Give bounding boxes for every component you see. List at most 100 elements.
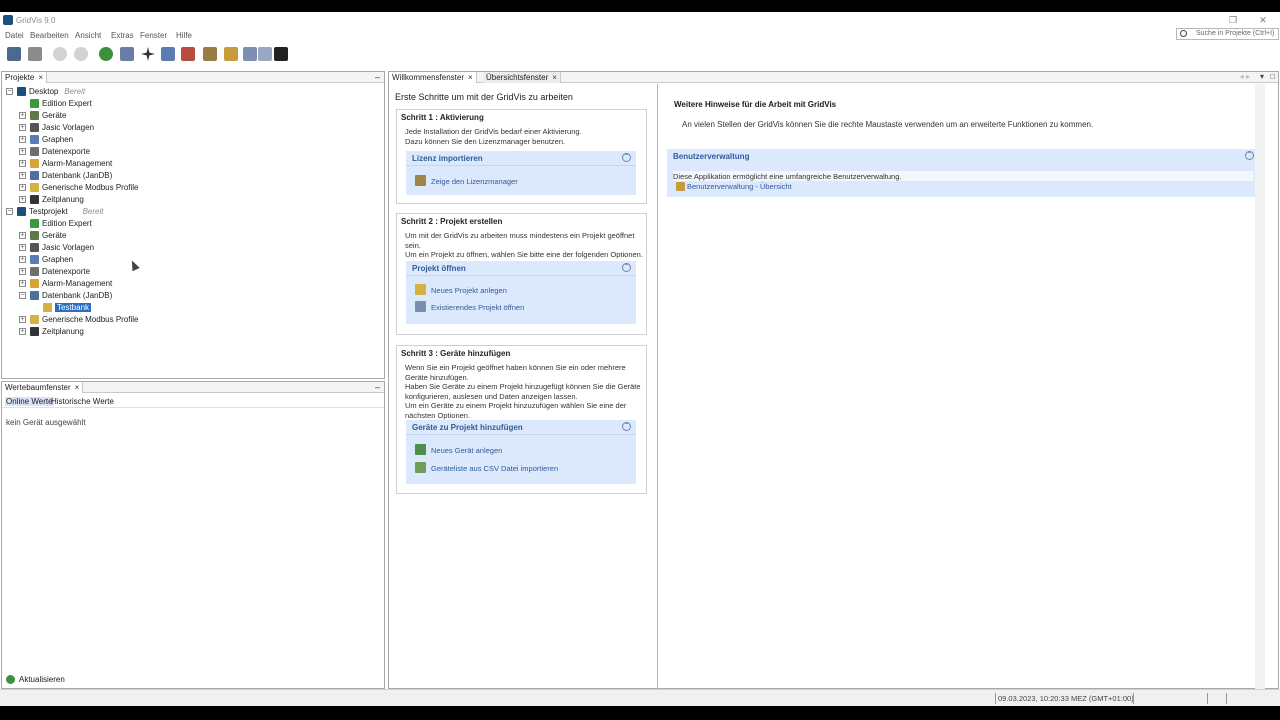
tab-willkommen[interactable]: Willkommensfenster × <box>389 72 477 83</box>
search-input[interactable]: Suche in Projekte (Ctrl+I) <box>1176 28 1279 40</box>
vertical-scrollbar[interactable] <box>1255 84 1265 689</box>
tab-projekte[interactable]: Projekte × <box>2 72 48 83</box>
tree-item-label: Geräte <box>42 111 67 120</box>
collapse-icon[interactable]: ⌃ <box>622 153 631 162</box>
project-icon <box>17 87 26 96</box>
network-icon[interactable] <box>141 47 155 61</box>
minimize-icon[interactable]: – <box>375 72 380 82</box>
tree-item-label: Graphen <box>42 135 74 144</box>
redo-icon[interactable] <box>74 47 88 61</box>
restore-icon[interactable]: ❐ <box>1226 14 1240 26</box>
expand-icon[interactable]: + <box>19 112 26 119</box>
device-icon[interactable] <box>120 47 134 61</box>
step3-title: Schritt 3 : Geräte hinzufügen <box>401 349 511 358</box>
collapse-icon[interactable]: ⌃ <box>622 422 631 431</box>
close-tab-icon[interactable]: × <box>552 73 557 82</box>
divider <box>406 434 636 435</box>
add-device-box: Geräte zu Projekt hinzufügen ⌃ Neues Ger… <box>406 420 636 484</box>
alarm-icon <box>30 279 39 288</box>
expand-icon[interactable]: + <box>19 316 26 323</box>
scroll-tabs-icon[interactable]: ◂ ▸ <box>1240 72 1250 81</box>
tree-item-label: Edition Expert <box>42 219 92 228</box>
expand-icon[interactable]: + <box>19 160 26 167</box>
menu-ansicht[interactable]: Ansicht <box>75 31 101 40</box>
close-tab-icon[interactable]: × <box>38 73 43 82</box>
show-license-manager-link[interactable]: Zeige den Lizenzmanager <box>431 177 518 186</box>
tab-wertebaum-label: Wertebaumfenster <box>5 383 71 392</box>
user-icon[interactable] <box>224 47 238 61</box>
subtab-historische-werte[interactable]: Historische Werte <box>51 397 114 406</box>
tree-item-label: Jasic Vorlagen <box>42 243 95 252</box>
menu-extras[interactable]: Extras <box>111 31 134 40</box>
step1-text: Jede Installation der GridVis bedarf ein… <box>405 127 582 146</box>
open-project-icon[interactable] <box>7 47 21 61</box>
expand-icon[interactable]: + <box>19 124 26 131</box>
maximize-icon[interactable]: □ <box>1270 72 1275 81</box>
tree-item-status: Bereit <box>82 207 104 216</box>
expand-icon[interactable]: + <box>19 280 26 287</box>
edition-icon <box>30 219 39 228</box>
step3-text-line: nächsten Optionen. <box>405 410 471 420</box>
projects-panel: Projekte × – − Desktop Bereit Edition Expert… <box>1 71 385 379</box>
minimize-icon[interactable]: – <box>375 382 380 392</box>
refresh-icon[interactable] <box>99 47 113 61</box>
collapse-icon[interactable]: − <box>6 88 13 95</box>
device-icon <box>30 111 39 120</box>
menu-datei[interactable]: Datei <box>5 31 24 40</box>
collapse-icon[interactable]: − <box>6 208 13 215</box>
expand-icon[interactable]: + <box>19 196 26 203</box>
schedule-icon <box>30 327 39 336</box>
expand-icon[interactable]: + <box>19 244 26 251</box>
step3-section: Schritt 3 : Geräte hinzufügen Wenn Sie e… <box>396 345 647 494</box>
close-window-icon[interactable]: ✕ <box>1256 14 1270 26</box>
search-icon <box>1180 30 1187 37</box>
expand-icon[interactable]: + <box>19 328 26 335</box>
expand-icon[interactable]: + <box>19 148 26 155</box>
schedule-icon <box>30 195 39 204</box>
expand-icon[interactable]: + <box>19 268 26 275</box>
collapse-icon[interactable]: ⌃ <box>1245 151 1254 160</box>
collapse-icon[interactable]: ⌃ <box>622 263 631 272</box>
tab-uebersicht-label: Übersichtsfenster <box>486 73 549 82</box>
layout-icon[interactable] <box>258 47 272 61</box>
undo-icon[interactable] <box>53 47 67 61</box>
expand-icon[interactable]: + <box>19 232 26 239</box>
chart-icon[interactable] <box>161 47 175 61</box>
expand-icon[interactable]: + <box>19 172 26 179</box>
collapse-icon[interactable]: − <box>19 292 26 299</box>
step2-title: Schritt 2 : Projekt erstellen <box>401 217 503 226</box>
add-device-box-title: Geräte zu Projekt hinzufügen <box>412 423 523 432</box>
tab-projekte-label: Projekte <box>5 73 35 82</box>
expand-icon[interactable]: + <box>19 256 26 263</box>
open-existing-project-link[interactable]: Existierendes Projekt öffnen <box>431 303 524 312</box>
expand-icon[interactable]: + <box>19 184 26 191</box>
report-icon[interactable] <box>181 47 195 61</box>
menu-bearbeiten[interactable]: Bearbeiten <box>30 31 69 40</box>
subtab-online-werte[interactable]: Online Werte <box>5 397 54 406</box>
toolbar <box>0 44 1280 64</box>
new-device-link[interactable]: Neues Gerät anlegen <box>431 446 502 455</box>
import-csv-link[interactable]: Geräteliste aus CSV Datei importieren <box>431 464 558 473</box>
close-tab-icon[interactable]: × <box>468 73 473 82</box>
window-icon[interactable] <box>243 47 257 61</box>
settings-icon[interactable] <box>203 47 217 61</box>
menu-hilfe[interactable]: Hilfe <box>176 31 192 40</box>
new-project-link[interactable]: Neues Projekt anlegen <box>431 286 507 295</box>
status-datetime: 09.03.2023, 10:20:33 MEZ (GMT+01:00) <box>998 694 1134 703</box>
window-title: GridVis 9.0 <box>16 16 56 25</box>
tab-uebersicht[interactable]: Übersichtsfenster × <box>483 72 561 83</box>
tab-list-icon[interactable]: ▾ <box>1260 72 1264 81</box>
user-management-row: Diese Applikation ermöglicht eine umfang… <box>673 171 1253 181</box>
user-management-link[interactable]: Benutzerverwaltung - Übersicht <box>687 182 792 191</box>
graduation-icon[interactable] <box>274 47 288 61</box>
graph-icon <box>30 135 39 144</box>
tree-item-label: Alarm-Management <box>42 279 113 288</box>
export-icon <box>30 267 39 276</box>
status-separator <box>1226 693 1227 704</box>
expand-icon[interactable]: + <box>19 136 26 143</box>
save-icon[interactable] <box>28 47 42 61</box>
close-tab-icon[interactable]: × <box>75 383 80 392</box>
tab-wertebaum[interactable]: Wertebaumfenster × <box>2 382 84 393</box>
values-tabstrip: Wertebaumfenster × – <box>2 382 384 393</box>
menu-fenster[interactable]: Fenster <box>140 31 167 40</box>
